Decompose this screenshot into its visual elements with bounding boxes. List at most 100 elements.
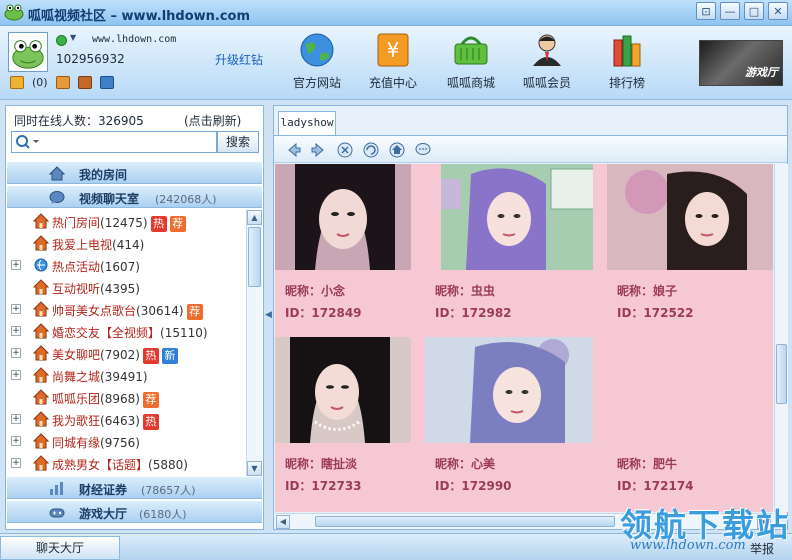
host-photo[interactable] [425,164,609,270]
upgrade-link[interactable]: 升级红钻 [215,51,263,68]
room-list-item[interactable]: + 美女聊吧(7902) 热新 [7,342,245,364]
stop-icon[interactable] [336,141,354,159]
room-list-item[interactable]: 我爱上电视(414) [7,232,245,254]
room-online-count: (15110) [160,326,208,340]
room-list-item[interactable]: + 婚恋交友【全视频】(15110) [7,320,245,342]
books-icon [613,35,641,67]
nav-mall[interactable]: 呱呱商城 [436,32,506,96]
room-list-item[interactable]: + 尚舞之城(39491) [7,364,245,386]
host-card[interactable]: 昵称：娘子 ID：172522 [607,164,773,320]
content-horizontal-scrollbar[interactable]: ◀ ▶ [275,513,773,529]
search-icon[interactable] [15,134,41,150]
room-title: 呱呱乐团 [52,392,101,406]
scroll-thumb[interactable] [315,516,615,527]
section-label: 我的房间 [79,168,128,182]
room-online-count: (1607) [100,260,140,274]
section-my-room[interactable]: 我的房间 [7,161,262,184]
browser-toolbar [274,135,787,163]
room-name: 我为歌狂(6463) 热 [52,412,159,430]
section-finance[interactable]: 财经证券 (78657人) [7,476,262,499]
close-button[interactable]: ✕ [768,2,788,20]
panel-splitter[interactable]: ◀ [264,105,272,530]
expand-toggle-icon[interactable]: + [11,414,21,424]
room-tag-badge: 荐 [169,215,186,232]
room-list-item[interactable]: + 热点活动(1607) [7,254,245,276]
skin-button[interactable]: ⊡ [696,2,716,20]
host-photo[interactable] [607,164,773,270]
scroll-thumb[interactable] [248,227,261,287]
nav-official-site[interactable]: 官方网站 [282,32,352,96]
host-photo[interactable] [425,337,593,443]
host-id: ID：172982 [435,306,512,320]
expand-toggle-icon[interactable]: + [11,326,21,336]
content-vertical-scrollbar[interactable] [774,164,788,512]
nav-label: 呱呱商城 [446,76,495,90]
scroll-down-icon[interactable]: ▼ [247,461,262,476]
comment-icon[interactable] [414,141,432,159]
search-input[interactable] [11,131,217,153]
home-icon[interactable] [388,141,406,159]
nav-member[interactable]: 呱呱会员 [512,32,582,96]
ad-text: 游戏厅 [745,66,778,79]
host-card[interactable]: 昵称：虫虫 ID：172982 [425,164,609,320]
host-photo[interactable] [275,164,411,270]
maximize-button[interactable]: □ [744,2,764,20]
ad-banner[interactable]: 游戏厅 [699,40,783,86]
room-list-item[interactable]: + 成熟男女【话题】(5880) [7,452,245,474]
back-icon[interactable] [284,141,302,159]
nav-recharge[interactable]: ¥ 充值中心 [358,32,428,96]
host-card[interactable]: 昵称：心美 ID：172990 [425,337,595,493]
expand-toggle-icon[interactable]: + [11,370,21,380]
report-button[interactable]: 举报 [750,540,774,557]
room-tag-badge: 热 [142,347,159,364]
host-nickname: 昵称：瞎扯淡 [285,457,358,471]
host-id: ID：172849 [285,306,362,320]
room-title: 美女聊吧 [52,348,101,362]
room-name: 同城有缘(9756) [52,434,140,451]
gift-icon[interactable] [77,76,92,89]
tab-ladyshow[interactable]: ladyshow [278,111,336,135]
mail-icon[interactable] [10,76,24,89]
nav-ranking[interactable]: 排行榜 [592,32,662,96]
room-list-scrollbar[interactable]: ▲ ▼ [246,210,262,476]
expand-toggle-icon[interactable]: + [11,436,21,446]
search-button[interactable]: 搜索 [217,131,259,153]
host-card[interactable]: 昵称：瞎扯淡 ID：172733 [275,337,445,493]
collapse-arrow-icon[interactable]: ◀ [265,310,272,320]
forward-icon[interactable] [310,141,328,159]
avatar[interactable] [8,32,48,72]
bag-icon[interactable] [55,76,70,89]
section-video-chat[interactable]: 视频聊天室 (242068人) [7,185,262,208]
scroll-right-icon[interactable]: ▶ [757,515,771,529]
refresh-icon[interactable] [362,141,380,159]
online-status-icon[interactable] [56,35,67,46]
room-online-count: (4395) [100,282,140,296]
room-list-item[interactable]: + 同城有缘(9756) [7,430,245,452]
room-panel: 同时在线人数：326905 (点击刷新) 搜索 我的房间 视频聊天室 (2420… [5,105,264,530]
tab-chat-hall[interactable]: 聊天大厅 [0,536,120,560]
room-list-item[interactable]: 互动视听(4395) [7,276,245,298]
host-card[interactable]: 昵称：小念 ID：172849 [275,164,445,320]
minimize-button[interactable]: — [720,2,740,20]
room-tag-badge: 热 [150,215,167,232]
host-photo[interactable] [275,337,411,443]
refresh-link[interactable]: (点击刷新) [184,112,241,129]
scroll-thumb[interactable] [776,344,787,404]
nav-label: 呱呱会员 [522,76,571,90]
expand-toggle-icon[interactable]: + [11,304,21,314]
settings-panel-icon[interactable] [99,76,114,89]
status-dropdown-icon[interactable]: ▼ [70,33,76,42]
room-list-item[interactable]: 呱呱乐团(8968) 荐 [7,386,245,408]
scroll-up-icon[interactable]: ▲ [247,210,262,225]
yuan-icon: ¥ [377,33,409,67]
expand-toggle-icon[interactable]: + [11,260,21,270]
room-list-item[interactable]: + 帅哥美女点歌台(30614) 荐 [7,298,245,320]
room-list-item[interactable]: + 我为歌狂(6463) 热 [7,408,245,430]
header: ▼ www.lhdown.com 102956932 升级红钻 (0) 官方网站… [0,26,792,100]
room-list-item[interactable]: 热门房间(12475) 热荐 [7,210,245,232]
expand-toggle-icon[interactable]: + [11,458,21,468]
expand-toggle-icon[interactable]: + [11,348,21,358]
room-online-count: (39491) [100,370,148,384]
section-games[interactable]: 游戏大厅 (6180人) [7,500,262,523]
scroll-left-icon[interactable]: ◀ [276,515,290,529]
